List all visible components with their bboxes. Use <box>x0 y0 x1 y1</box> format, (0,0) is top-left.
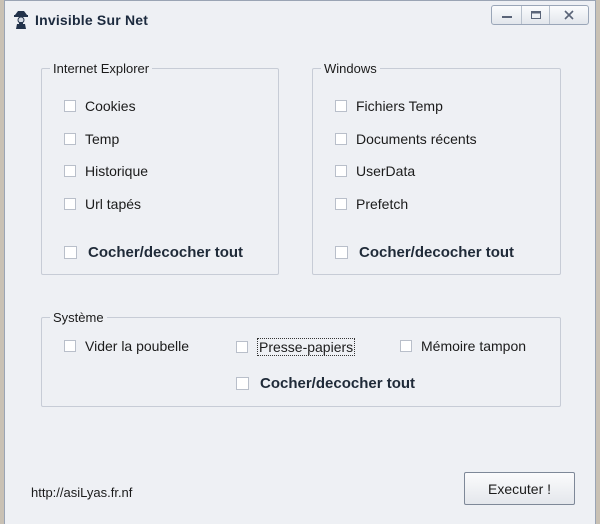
systeme-legend: Système <box>53 310 104 325</box>
checkbox-temp[interactable]: Temp <box>64 131 119 147</box>
title-bar[interactable]: Invisible Sur Net <box>5 1 595 39</box>
ie-toggle-all-label: Cocher/decocher tout <box>88 244 244 261</box>
checkbox-historique[interactable]: Historique <box>64 163 148 179</box>
windows-toggle-all-label: Cocher/decocher tout <box>359 244 515 261</box>
checkbox-vider-poubelle[interactable]: Vider la poubelle <box>64 338 189 354</box>
ie-toggle-all-checkbox-box[interactable] <box>64 246 77 259</box>
close-icon <box>564 10 574 20</box>
documents-recents-checkbox-box[interactable] <box>335 133 347 145</box>
checkbox-cookies[interactable]: Cookies <box>64 98 136 114</box>
checkbox-url-tapes[interactable]: Url tapés <box>64 196 141 212</box>
fichiers-temp-checkbox-box[interactable] <box>335 100 347 112</box>
checkbox-memoire-tampon[interactable]: Mémoire tampon <box>400 338 526 354</box>
windows-legend: Windows <box>324 61 377 76</box>
internet-explorer-legend: Internet Explorer <box>53 61 150 76</box>
systeme-group: Système <box>41 310 561 407</box>
checkbox-prefetch[interactable]: Prefetch <box>335 196 408 212</box>
minimize-button[interactable] <box>492 6 522 24</box>
memoire-tampon-checkbox-box[interactable] <box>400 340 412 352</box>
window-title: Invisible Sur Net <box>35 12 149 28</box>
execute-button[interactable]: Executer ! <box>464 472 575 505</box>
app-window: Invisible Sur Net Internet Explorer Cook… <box>4 0 596 524</box>
url-tapes-label: Url tapés <box>85 196 142 212</box>
historique-checkbox-box[interactable] <box>64 165 76 177</box>
minimize-icon <box>501 16 512 18</box>
userdata-checkbox-box[interactable] <box>335 165 347 177</box>
cookies-checkbox-box[interactable] <box>64 100 76 112</box>
userdata-label: UserData <box>356 163 416 179</box>
checkbox-systeme-toggle-all[interactable]: Cocher/decocher tout <box>236 375 415 392</box>
vider-poubelle-label: Vider la poubelle <box>85 338 190 354</box>
systeme-toggle-all-checkbox-box[interactable] <box>236 377 249 390</box>
fichiers-temp-label: Fichiers Temp <box>356 98 443 114</box>
checkbox-fichiers-temp[interactable]: Fichiers Temp <box>335 98 443 114</box>
checkbox-ie-toggle-all[interactable]: Cocher/decocher tout <box>64 244 243 261</box>
presse-papiers-checkbox-box[interactable] <box>236 341 248 353</box>
window-controls <box>491 5 589 25</box>
temp-checkbox-box[interactable] <box>64 133 76 145</box>
documents-recents-label: Documents récents <box>356 131 477 147</box>
prefetch-checkbox-box[interactable] <box>335 198 347 210</box>
maximize-icon <box>530 11 541 19</box>
spy-app-icon <box>11 9 31 29</box>
checkbox-presse-papiers[interactable]: Presse-papiers <box>236 338 356 356</box>
windows-toggle-all-checkbox-box[interactable] <box>335 246 348 259</box>
url-tapes-checkbox-box[interactable] <box>64 198 76 210</box>
vider-poubelle-checkbox-box[interactable] <box>64 340 76 352</box>
website-url: http://asiLyas.fr.nf <box>31 485 133 500</box>
checkbox-windows-toggle-all[interactable]: Cocher/decocher tout <box>335 244 514 261</box>
systeme-toggle-all-label: Cocher/decocher tout <box>260 375 416 392</box>
historique-label: Historique <box>85 163 149 179</box>
checkbox-documents-recents[interactable]: Documents récents <box>335 131 477 147</box>
cookies-label: Cookies <box>85 98 136 114</box>
temp-label: Temp <box>85 131 120 147</box>
maximize-button[interactable] <box>522 6 550 24</box>
presse-papiers-label: Presse-papiers <box>257 338 356 356</box>
close-button[interactable] <box>550 6 588 24</box>
memoire-tampon-label: Mémoire tampon <box>421 338 527 354</box>
prefetch-label: Prefetch <box>356 196 409 212</box>
checkbox-userdata[interactable]: UserData <box>335 163 415 179</box>
